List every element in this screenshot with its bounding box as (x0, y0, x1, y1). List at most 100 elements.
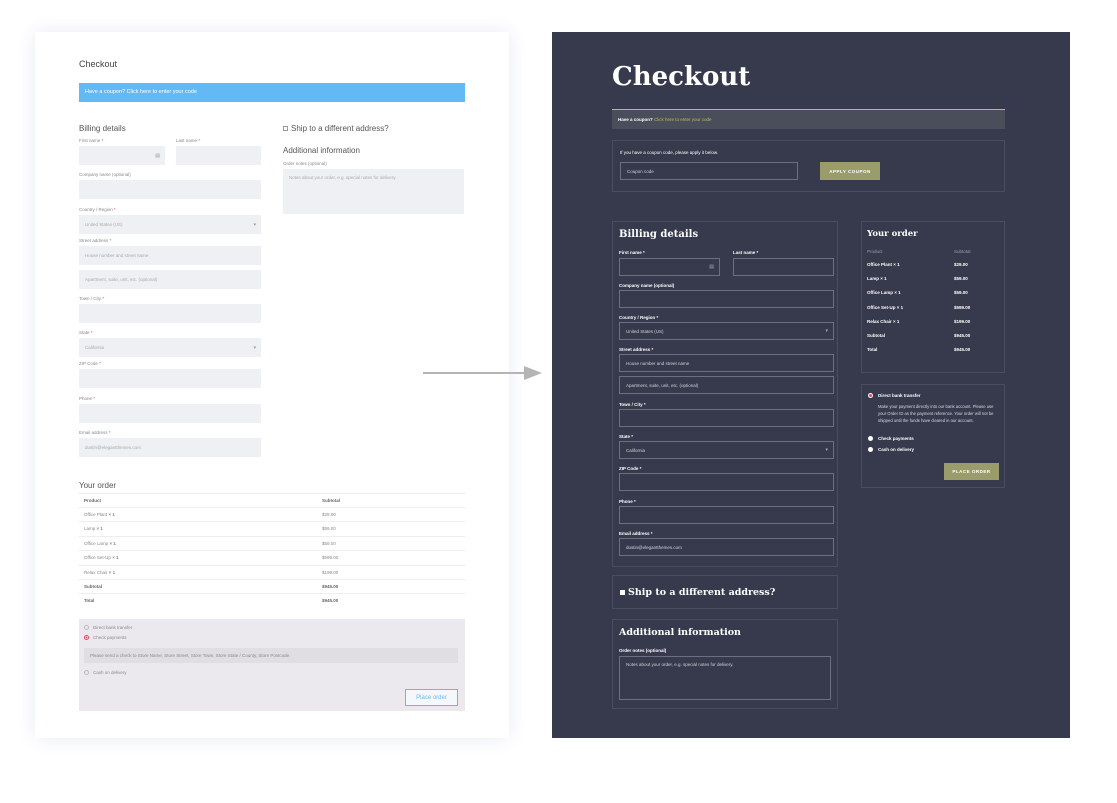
item-name: Lamp × 1 (867, 276, 887, 282)
pay-option-check[interactable]: Check payments (84, 635, 127, 640)
order-notes-textarea[interactable]: Notes about your order, e.g. special not… (283, 169, 464, 214)
order-items: Office Plant × 1 $29.00 Lamp × 1 $59.00 Offi… (79, 507, 465, 579)
street-label: Street address * (79, 238, 112, 243)
town-input[interactable] (79, 304, 261, 323)
item-price: $59.00 (954, 290, 968, 296)
radio-icon[interactable] (868, 393, 873, 398)
item-name: Lamp × 1 (84, 526, 103, 532)
radio-icon[interactable] (84, 670, 89, 675)
pay-option-cod[interactable]: Cash on delivery (84, 670, 127, 675)
company-input[interactable] (619, 290, 834, 308)
state-select[interactable]: California ▾ (619, 441, 834, 459)
table-row: Office Plant × 1 $29.00 (867, 262, 1001, 276)
coupon-form: If you have a coupon code, please apply … (612, 140, 1005, 192)
state-select[interactable]: California ▾ (79, 338, 261, 357)
last-name-label: Last name * (733, 250, 759, 255)
ship-different-checkbox[interactable]: Ship to a different address? (620, 587, 775, 598)
state-label: State * (619, 434, 634, 439)
additional-info-box: Additional information Order notes (opti… (612, 619, 838, 709)
company-label: Company name (optional) (79, 172, 131, 177)
zip-label: ZIP Code * (619, 466, 642, 471)
item-price: $29.00 (322, 512, 336, 517)
last-name-label: Last name * (176, 138, 201, 143)
town-input[interactable] (619, 409, 834, 427)
item-name: Office Plant × 1 (84, 512, 115, 517)
col-subtotal: Subtotal (954, 249, 971, 254)
email-label: Email address * (79, 430, 111, 435)
order-notes-textarea[interactable]: Notes about your order, e.g. special not… (619, 656, 831, 700)
chevron-down-icon: ▾ (253, 344, 256, 351)
billing-title: Billing details (619, 229, 699, 240)
additional-info-title: Additional information (283, 146, 360, 155)
contact-card-icon: ▤ (155, 152, 160, 159)
item-price: $199.00 (322, 569, 339, 575)
last-name-input[interactable] (733, 258, 834, 276)
country-label: Country / Region * (79, 207, 116, 212)
subtotal-value: $945.00 (954, 333, 971, 338)
radio-icon[interactable] (84, 635, 89, 640)
order-notes-label: Order notes (optional) (283, 161, 327, 166)
total-label: Total (867, 347, 878, 352)
page-title: Checkout (612, 62, 751, 92)
pay-option-check[interactable]: Check payments (868, 436, 914, 441)
place-order-button[interactable]: PLACE ORDER (944, 463, 999, 480)
first-name-input[interactable]: ▤ (79, 146, 165, 165)
item-price: $59.00 (322, 526, 336, 532)
item-price: $599.00 (954, 304, 971, 310)
total-value: $945.00 (954, 347, 971, 352)
order-table: Product Subtotal Office Plant × 1 $29.00 L… (79, 493, 465, 607)
street-input-2[interactable]: Apartment, suite, unit, etc. (optional) (79, 270, 261, 289)
ship-different-checkbox[interactable]: Ship to a different address? (283, 124, 389, 133)
bank-note: Make your payment directly into our bank… (878, 404, 994, 423)
street-input-1[interactable]: House number and street name (619, 354, 834, 372)
radio-icon[interactable] (84, 625, 89, 630)
last-name-input[interactable] (176, 146, 261, 165)
country-label: Country / Region * (619, 315, 659, 320)
country-select[interactable]: United States (US) ▾ (79, 215, 261, 234)
billing-box: Billing details First name * ▤ Last name… (612, 221, 838, 567)
street-input-2[interactable]: Apartment, suite, unit, etc. (optional) (619, 376, 834, 394)
zip-label: ZIP Code * (79, 361, 101, 366)
chevron-down-icon: ▾ (825, 447, 828, 453)
coupon-hint: If you have a coupon code, please apply … (620, 150, 719, 155)
coupon-link[interactable]: Click here to enter your code (654, 117, 712, 122)
payment-box: Direct bank transfer Check payments Plea… (79, 619, 465, 711)
company-input[interactable] (79, 180, 261, 199)
zip-input[interactable] (79, 369, 261, 388)
pay-option-cod[interactable]: Cash on delivery (868, 447, 914, 452)
item-name: Office Set-Up × 1 (867, 304, 904, 310)
phone-input[interactable] (79, 404, 261, 423)
item-name: Relax Chair × 1 (867, 318, 900, 324)
pay-option-bank[interactable]: Direct bank transfer (868, 393, 921, 398)
light-checkout-page: Checkout Have a coupon? Click here to en… (35, 32, 509, 738)
radio-icon[interactable] (868, 436, 873, 441)
coupon-input[interactable]: Coupon code (620, 162, 798, 180)
first-name-input[interactable]: ▤ (619, 258, 720, 276)
email-input[interactable]: dustin@elegantthemes.com (79, 438, 261, 457)
pay-option-bank[interactable]: Direct bank transfer (84, 625, 132, 630)
first-name-label: First name * (79, 138, 104, 143)
place-order-button[interactable]: Place order (405, 689, 458, 706)
coupon-notice-bar[interactable]: Have a coupon? Click here to enter your … (79, 83, 465, 102)
zip-input[interactable] (619, 473, 834, 491)
table-row: Lamp × 1 $59.00 (79, 521, 465, 535)
billing-title: Billing details (79, 124, 126, 133)
checkbox-icon[interactable] (620, 590, 625, 595)
phone-input[interactable] (619, 506, 834, 524)
total-row: Total $945.00 (79, 592, 465, 607)
item-price: $29.00 (954, 262, 968, 267)
checkbox-icon[interactable] (283, 126, 288, 131)
additional-info-title: Additional information (619, 627, 741, 638)
street-input-1[interactable]: House number and street name (79, 246, 261, 265)
radio-icon[interactable] (868, 447, 873, 452)
company-label: Company name (optional) (619, 283, 675, 288)
table-row: Lamp × 1 $59.00 (867, 276, 1001, 290)
apply-coupon-button[interactable]: APPLY COUPON (820, 162, 880, 180)
item-price: $59.00 (954, 276, 968, 282)
item-name: Office Lamp × 1 (867, 290, 901, 296)
email-input[interactable]: dustin@elegantthemes.com (619, 538, 834, 556)
country-select[interactable]: United States (US) ▾ (619, 322, 834, 340)
table-row: Office Set-Up × 1 $599.00 (79, 550, 465, 564)
item-name: Relax Chair × 1 (84, 569, 116, 575)
table-row: Office Lamp × 1 $59.00 (79, 535, 465, 550)
